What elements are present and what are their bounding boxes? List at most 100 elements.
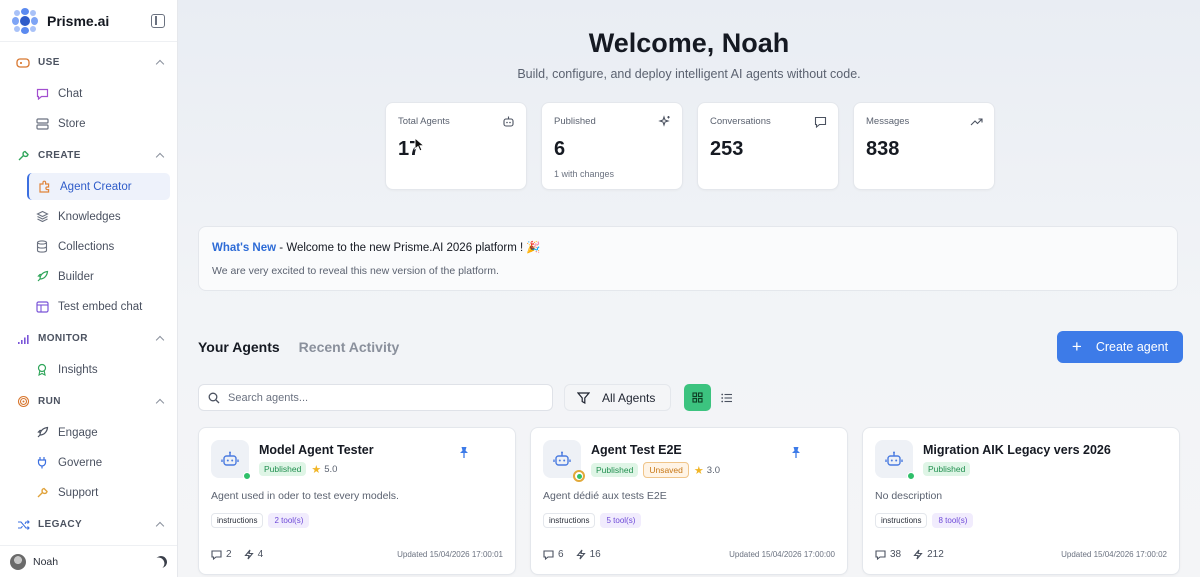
tab-recent-activity[interactable]: Recent Activity: [299, 339, 400, 355]
bot-avatar: [875, 440, 915, 480]
search-box[interactable]: [198, 384, 553, 411]
agent-card[interactable]: Model Agent Tester Published ★ 5.0 Agent …: [198, 427, 516, 575]
tab-your-agents[interactable]: Your Agents: [198, 339, 280, 355]
news-headline-line: What's New - Welcome to the new Prisme.A…: [212, 240, 1164, 254]
signal-icon: [16, 332, 30, 346]
stat-card-total-agents: Total Agents 17: [385, 102, 527, 190]
sidebar-item-agent-creator[interactable]: Agent Creator: [27, 173, 170, 200]
grid-view-toggle[interactable]: [684, 384, 711, 411]
chat-icon: [35, 87, 49, 101]
chevron-up-icon[interactable]: [155, 335, 165, 345]
agents-filter-dropdown[interactable]: All Agents: [564, 384, 671, 411]
puzzle-icon: [37, 180, 51, 194]
chevron-up-icon[interactable]: [155, 398, 165, 408]
brand: Prisme.ai: [0, 0, 177, 42]
section-title: MONITOR: [38, 333, 88, 344]
sidebar-item-label: Governe: [58, 456, 103, 469]
sidebar-item-builder[interactable]: Builder: [27, 263, 170, 290]
page-title: Welcome, Noah: [588, 28, 790, 58]
sidebar-item-label: Insights: [58, 363, 98, 376]
bot-icon: [221, 451, 239, 466]
pin-icon[interactable]: [790, 446, 802, 464]
search-icon: [208, 392, 220, 403]
pin-icon[interactable]: [458, 446, 470, 464]
sidebar-item-label: Engage: [58, 426, 98, 439]
chevron-up-icon[interactable]: [155, 59, 165, 69]
moon-icon[interactable]: [153, 553, 169, 569]
agent-card-footer: 38 212 Updated 15/04/2026 17:00:02: [875, 549, 1167, 560]
plus-icon: +: [1071, 337, 1082, 356]
sidebar-item-governe[interactable]: Governe: [27, 449, 170, 476]
avatar[interactable]: [10, 553, 26, 570]
search-input[interactable]: [228, 391, 528, 404]
section-title: RUN: [38, 396, 61, 407]
agent-rating: ★ 3.0: [694, 464, 720, 477]
stat-label: Published: [554, 116, 596, 127]
prisme-logo-icon[interactable]: [12, 7, 38, 34]
chevron-up-icon[interactable]: [155, 521, 165, 531]
agent-card[interactable]: Agent Test E2E Published Unsaved ★ 3.0 Ag…: [530, 427, 848, 575]
star-icon: ★: [693, 464, 704, 477]
rating-value: 5.0: [324, 463, 338, 475]
conversations-count: 38: [875, 549, 901, 560]
updated-timestamp: Updated 15/04/2026 17:00:01: [397, 550, 503, 559]
section-title: LEGACY: [38, 519, 83, 530]
user-name: Noah: [33, 555, 59, 568]
message-icon: [875, 549, 886, 560]
actions-count: 4: [243, 549, 263, 560]
bot-avatar: [211, 440, 251, 480]
sidebar-item-label: Knowledges: [58, 210, 121, 223]
stat-label: Messages: [866, 116, 910, 127]
agents-tabs: Your Agents Recent Activity: [198, 339, 399, 355]
actions-count: 16: [575, 549, 601, 560]
chevron-up-icon[interactable]: [155, 152, 165, 162]
agent-name: Agent Test E2E: [591, 443, 682, 457]
sidebar-item-store[interactable]: Store: [27, 110, 170, 137]
sidebar-item-label: Agent Creator: [60, 180, 132, 193]
stat-value: 253: [710, 138, 744, 160]
section-create[interactable]: CREATE: [0, 140, 177, 171]
status-badge: Published: [923, 462, 971, 476]
wrench-icon: [35, 486, 49, 500]
tag-tools: 8 tool(s): [932, 513, 974, 528]
database-icon: [35, 240, 49, 254]
zap-icon: [243, 549, 254, 560]
agent-name: Model Agent Tester: [259, 443, 374, 457]
section-monitor[interactable]: MONITOR: [0, 323, 177, 354]
sidebar-item-knowledges[interactable]: Knowledges: [27, 203, 170, 230]
agent-card[interactable]: Migration AIK Legacy vers 2026 Published…: [862, 427, 1180, 575]
updated-timestamp: Updated 15/04/2026 17:00:02: [1061, 550, 1167, 559]
section-use[interactable]: USE: [0, 47, 177, 78]
online-status-dot: [907, 472, 915, 480]
section-run[interactable]: RUN: [0, 386, 177, 417]
stat-card-conversations: Conversations 253: [697, 102, 839, 190]
bot-avatar: [543, 440, 585, 482]
sidebar-item-support[interactable]: Support: [27, 479, 170, 506]
sidebar-item-chat[interactable]: Chat: [27, 80, 170, 107]
message-icon: [814, 115, 827, 129]
rating-value: 3.0: [706, 464, 720, 476]
sidebar-item-insights[interactable]: Insights: [27, 356, 170, 383]
agent-name: Migration AIK Legacy vers 2026: [923, 443, 1111, 457]
create-agent-button[interactable]: + Create agent: [1057, 331, 1183, 363]
sidebar-item-test-embed-chat[interactable]: Test embed chat: [27, 293, 170, 320]
zap-icon: [575, 549, 586, 560]
agent-badges: Published ★ 5.0: [259, 462, 337, 476]
sidebar-item-engage[interactable]: Engage: [27, 419, 170, 446]
tag-tools: 2 tool(s): [268, 513, 310, 528]
updated-timestamp: Updated 15/04/2026 17:00:00: [729, 550, 835, 559]
sidebar-collapse-icon[interactable]: [151, 13, 165, 28]
whats-new-tag[interactable]: What's New: [212, 242, 276, 254]
stat-card-messages: Messages 838: [853, 102, 995, 190]
sidebar-item-collections[interactable]: Collections: [27, 233, 170, 260]
award-icon: [35, 363, 49, 377]
actions-count: 212: [913, 549, 944, 560]
section-legacy[interactable]: LEGACY: [0, 509, 177, 540]
bot-icon: [553, 451, 571, 466]
tag-instructions: instructions: [211, 513, 264, 528]
user-bar[interactable]: Noah: [0, 545, 177, 577]
stat-card-published: Published 6 1 with changes: [541, 102, 683, 190]
unsaved-badge: Unsaved: [643, 462, 689, 478]
agent-card-footer: 2 4 Updated 15/04/2026 17:00:01: [211, 549, 503, 560]
list-view-toggle[interactable]: [713, 384, 740, 411]
